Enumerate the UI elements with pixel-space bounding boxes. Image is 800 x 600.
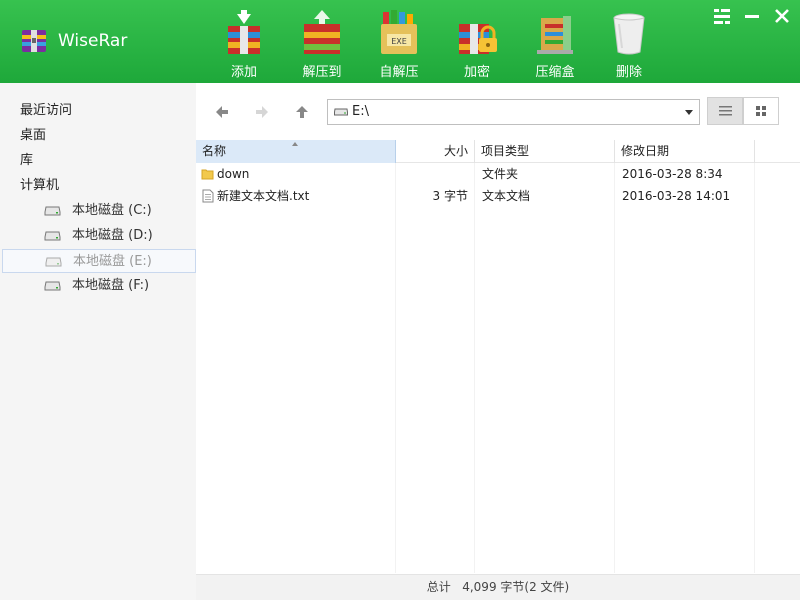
file-name: 新建文本文档.txt <box>217 189 310 203</box>
sidebar-drive-d[interactable]: 本地磁盘 (D:) <box>2 224 196 248</box>
file-date: 2016-03-28 14:01 <box>622 189 731 203</box>
status-bar: 总计 4,099 字节(2 文件) <box>196 574 800 600</box>
file-name: down <box>217 167 250 181</box>
list-view-icon <box>719 106 732 116</box>
self-extract-exe-icon: EXE <box>381 10 417 54</box>
sidebar: 最近访问 桌面 库 计算机 本地磁盘 (C:) 本地磁盘 (D:) 本地磁盘 (… <box>0 83 196 600</box>
sidebar-item-recent[interactable]: 最近访问 <box>20 100 72 122</box>
archive-box-icon <box>537 16 573 54</box>
extract-to-icon <box>304 10 340 54</box>
drive-label: 本地磁盘 (F:) <box>72 278 150 293</box>
trash-icon <box>613 13 645 55</box>
sort-up-icon <box>292 142 298 146</box>
address-path: E:\ <box>352 104 369 119</box>
icon-view-button[interactable] <box>743 97 779 125</box>
file-date: 2016-03-28 8:34 <box>622 167 723 181</box>
column-divider <box>474 163 475 573</box>
folder-icon <box>201 169 214 180</box>
sidebar-item-library[interactable]: 库 <box>20 150 33 172</box>
extract-to-label: 解压到 <box>302 65 342 80</box>
column-divider <box>614 163 615 573</box>
encrypt-label: 加密 <box>463 65 490 80</box>
column-divider <box>754 163 755 573</box>
encrypt-button[interactable]: 加密 <box>447 6 507 80</box>
table-row[interactable]: down 文件夹 2016-03-28 8:34 <box>196 163 800 185</box>
back-arrow-icon[interactable] <box>210 100 234 124</box>
sidebar-item-desktop[interactable]: 桌面 <box>20 125 46 147</box>
app-title: WiseRar <box>58 31 128 51</box>
add-archive-icon <box>228 10 260 54</box>
encrypt-lock-icon <box>459 24 497 54</box>
svg-text:EXE: EXE <box>391 37 407 46</box>
column-size[interactable]: 大小 <box>396 140 475 163</box>
chevron-down-icon[interactable] <box>685 110 693 115</box>
archive-box-label: 压缩盒 <box>535 65 575 80</box>
column-date[interactable]: 修改日期 <box>615 140 755 163</box>
drive-label: 本地磁盘 (E:) <box>73 254 152 269</box>
minimize-icon[interactable] <box>742 6 762 26</box>
file-type: 文件夹 <box>482 167 519 181</box>
close-icon[interactable] <box>772 6 792 26</box>
column-header: 名称 大小 项目类型 修改日期 <box>196 140 800 163</box>
sidebar-drive-e[interactable]: 本地磁盘 (E:) <box>2 249 196 273</box>
title-toolbar: WiseRar 添加 解压到 EXE 自解压 加密 压缩盒 删除 <box>0 0 800 83</box>
status-text: 总计 4,099 字节(2 文件) <box>426 580 570 594</box>
table-row[interactable]: 新建文本文档.txt 3 字节 文本文档 2016-03-28 14:01 <box>196 185 800 207</box>
column-name[interactable]: 名称 <box>196 140 396 163</box>
column-type[interactable]: 项目类型 <box>475 140 615 163</box>
hard-drive-icon <box>44 206 61 216</box>
sidebar-drive-f[interactable]: 本地磁盘 (F:) <box>2 274 196 298</box>
hard-drive-icon <box>334 108 348 116</box>
sidebar-drive-c[interactable]: 本地磁盘 (C:) <box>2 199 196 223</box>
add-label: 添加 <box>230 65 257 80</box>
column-name-label: 名称 <box>202 144 227 158</box>
forward-arrow-icon[interactable] <box>250 100 274 124</box>
extract-to-button[interactable]: 解压到 <box>292 6 352 80</box>
column-divider <box>395 163 396 573</box>
hard-drive-icon <box>45 257 62 267</box>
address-bar[interactable]: E:\ <box>327 99 700 125</box>
up-arrow-icon[interactable] <box>290 100 314 124</box>
file-type: 文本文档 <box>482 189 531 203</box>
menu-icon[interactable] <box>712 6 732 26</box>
text-file-icon <box>202 189 214 203</box>
list-view-button[interactable] <box>707 97 743 125</box>
self-extract-label: 自解压 <box>379 65 419 80</box>
file-size: 3 字节 <box>432 189 468 203</box>
wiserar-logo-icon <box>22 30 46 52</box>
grid-view-icon <box>756 106 766 116</box>
hard-drive-icon <box>44 231 61 241</box>
self-extract-button[interactable]: EXE 自解压 <box>369 6 429 80</box>
sidebar-item-computer[interactable]: 计算机 <box>20 175 59 197</box>
drive-label: 本地磁盘 (C:) <box>72 203 152 218</box>
add-button[interactable]: 添加 <box>214 6 274 80</box>
archive-box-button[interactable]: 压缩盒 <box>525 6 585 80</box>
delete-button[interactable]: 删除 <box>599 6 659 80</box>
hard-drive-icon <box>44 281 61 291</box>
file-pane: E:\ 名称 大小 项目类型 修改日期 down 文件夹 2016-03-28 … <box>196 83 800 600</box>
delete-label: 删除 <box>615 65 642 80</box>
drive-label: 本地磁盘 (D:) <box>72 228 153 243</box>
